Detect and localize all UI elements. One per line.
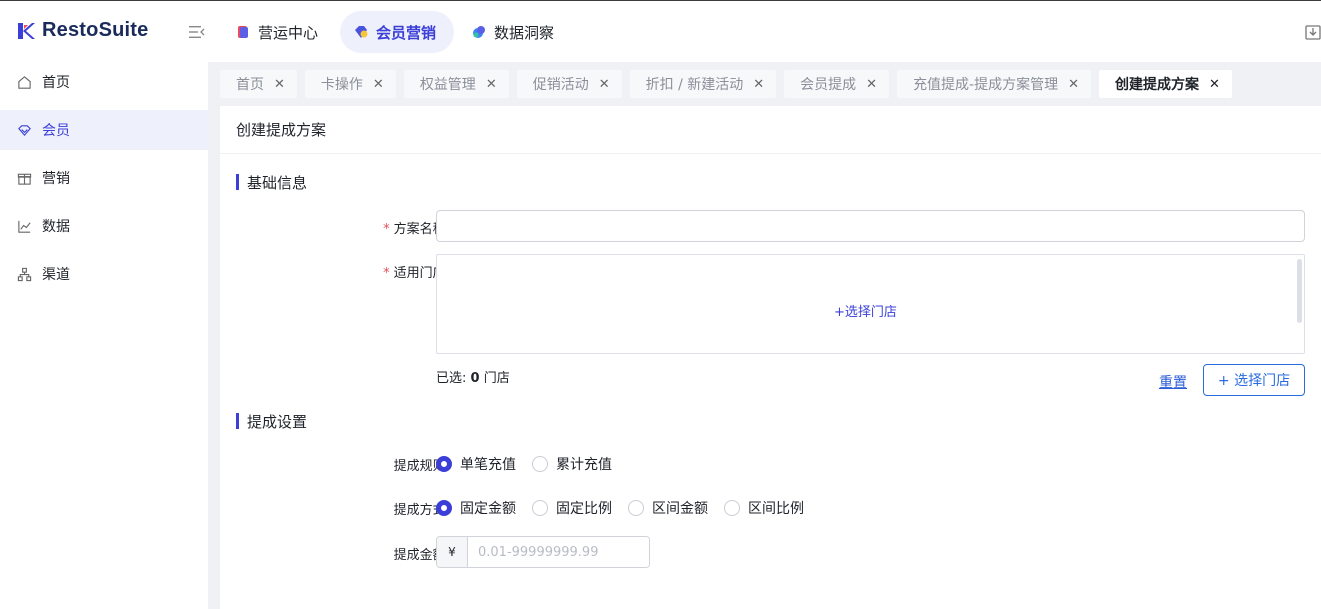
radio-dot — [436, 500, 452, 516]
radio-single-recharge[interactable]: 单笔充值 — [436, 454, 516, 474]
sidebar-item-label: 会员 — [42, 123, 70, 139]
sidebar: 首页 会员 营销 数据 渠道 — [0, 62, 208, 609]
tab-benefits[interactable]: 权益管理 ✕ — [403, 70, 509, 98]
collapse-menu-icon[interactable] — [188, 24, 206, 40]
select-store-link[interactable]: +选择门店 — [834, 301, 897, 320]
selected-store-count: 已选: 0 门店 — [436, 367, 510, 386]
sidebar-item-label: 营销 — [42, 171, 70, 187]
close-icon[interactable]: ✕ — [274, 77, 285, 92]
top-header: RestoSuite 营运中心 会员营销 数据洞察 — [0, 0, 1321, 62]
radio-cumulative-recharge[interactable]: 累计充值 — [532, 454, 612, 474]
line-chart-icon — [18, 220, 31, 233]
selected-prefix: 已选: — [436, 371, 467, 386]
close-icon[interactable]: ✕ — [486, 77, 497, 92]
close-icon[interactable]: ✕ — [373, 77, 384, 92]
section-marker — [236, 174, 239, 190]
tab-label: 充值提成-提成方案管理 — [913, 77, 1059, 93]
radio-label: 区间金额 — [652, 501, 708, 517]
sidebar-item-label: 渠道 — [42, 267, 70, 283]
tab-card-operation[interactable]: 卡操作 ✕ — [304, 70, 396, 98]
radio-dot — [436, 456, 452, 472]
radio-dot — [724, 500, 740, 516]
commission-amount-input[interactable] — [468, 537, 649, 567]
tab-create-plan[interactable]: 创建提成方案 ✕ — [1099, 70, 1232, 98]
download-icon[interactable] — [1305, 23, 1321, 41]
content-panel: 创建提成方案 基础信息 * 方案名称: * 适用门店: +选择门店 已选: 0 门店… — [220, 106, 1321, 609]
sidebar-item-data[interactable]: 数据 — [0, 206, 208, 246]
radio-label: 固定金额 — [460, 501, 516, 517]
select-store-button[interactable]: + 选择门店 — [1203, 364, 1305, 396]
hierarchy-icon — [17, 267, 32, 281]
radio-label: 固定比例 — [556, 501, 612, 517]
tab-discount-new[interactable]: 折扣 / 新建活动 ✕ — [629, 70, 777, 98]
tab-label: 卡操作 — [320, 77, 363, 93]
cube-icon — [238, 26, 248, 38]
radio-range-amount[interactable]: 区间金额 — [628, 498, 708, 518]
section-title-text: 提成设置 — [247, 412, 308, 431]
reset-link[interactable]: 重置 — [1159, 372, 1187, 392]
sidebar-item-member[interactable]: 会员 — [0, 110, 208, 150]
tab-member-commission[interactable]: 会员提成 ✕ — [784, 70, 890, 98]
restosuite-logo-icon — [18, 22, 35, 39]
commission-method-radios: 固定金额 固定比例 区间金额 区间比例 — [436, 498, 820, 518]
radio-dot — [532, 456, 548, 472]
store-selection-box[interactable]: +选择门店 — [436, 254, 1305, 354]
gift-icon — [17, 173, 32, 185]
commission-rule-radios: 单笔充值 累计充值 — [436, 454, 628, 474]
required-mark: * — [383, 222, 390, 237]
selected-suffix: 门店 — [483, 371, 510, 386]
tab-recharge-commission[interactable]: 充值提成-提成方案管理 ✕ — [897, 70, 1092, 98]
tab-label: 促销活动 — [532, 77, 589, 93]
section-marker — [236, 413, 239, 429]
sidebar-item-label: 首页 — [42, 75, 70, 91]
sidebar-item-home[interactable]: 首页 — [0, 62, 208, 102]
radio-range-ratio[interactable]: 区间比例 — [724, 498, 804, 518]
tab-home[interactable]: 首页 ✕ — [220, 70, 297, 98]
section-title-text: 基础信息 — [247, 173, 308, 192]
topnav-label: 营运中心 — [258, 23, 319, 42]
radio-label: 单笔充值 — [460, 457, 516, 473]
close-icon[interactable]: ✕ — [753, 77, 764, 92]
home-icon — [18, 75, 31, 89]
close-icon[interactable]: ✕ — [866, 77, 877, 92]
close-icon[interactable]: ✕ — [1209, 77, 1220, 92]
topnav-member-marketing[interactable]: 会员营销 — [340, 11, 455, 53]
sidebar-item-channel[interactable]: 渠道 — [0, 254, 208, 294]
radio-dot — [532, 500, 548, 516]
radio-label: 区间比例 — [748, 501, 804, 517]
bubble-icon — [473, 26, 486, 38]
radio-label: 累计充值 — [556, 457, 612, 473]
page-title: 创建提成方案 — [220, 106, 1321, 154]
diamond-icon — [18, 124, 31, 136]
tab-label: 折扣 / 新建活动 — [645, 77, 744, 93]
gem-icon — [355, 26, 368, 38]
section-basic-info: 基础信息 — [236, 173, 308, 192]
tab-label: 会员提成 — [800, 77, 857, 93]
commission-amount-field: ¥ — [436, 536, 650, 568]
brand-name: RestoSuite — [42, 19, 149, 41]
topnav-operations[interactable]: 营运中心 — [222, 11, 336, 53]
sidebar-item-marketing[interactable]: 营销 — [0, 158, 208, 198]
page-tabs: 首页 ✕ 卡操作 ✕ 权益管理 ✕ 促销活动 ✕ 折扣 / 新建活动 ✕ 会员提成 ✕ 充值… — [220, 70, 1232, 98]
tab-promotions[interactable]: 促销活动 ✕ — [516, 70, 622, 98]
radio-fixed-amount[interactable]: 固定金额 — [436, 498, 516, 518]
brand-logo[interactable]: RestoSuite — [16, 19, 148, 42]
topnav-data-insight[interactable]: 数据洞察 — [458, 11, 572, 53]
sidebar-item-label: 数据 — [42, 219, 70, 235]
radio-dot — [628, 500, 644, 516]
currency-prefix: ¥ — [437, 537, 468, 567]
radio-fixed-ratio[interactable]: 固定比例 — [532, 498, 612, 518]
close-icon[interactable]: ✕ — [599, 77, 610, 92]
topnav-label: 数据洞察 — [494, 23, 555, 42]
plan-name-input[interactable] — [436, 210, 1305, 242]
scrollbar[interactable] — [1297, 259, 1302, 323]
selected-count-value: 0 — [470, 371, 480, 386]
close-icon[interactable]: ✕ — [1068, 77, 1079, 92]
tab-label: 创建提成方案 — [1115, 77, 1200, 93]
topnav-label: 会员营销 — [376, 23, 437, 42]
required-mark: * — [383, 266, 390, 281]
section-commission-settings: 提成设置 — [236, 412, 308, 431]
tab-label: 首页 — [236, 77, 264, 93]
tab-label: 权益管理 — [419, 77, 476, 93]
